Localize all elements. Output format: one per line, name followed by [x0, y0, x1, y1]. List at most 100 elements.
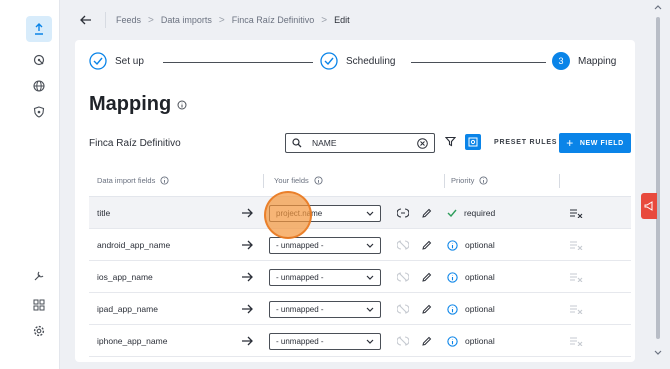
breadcrumb-import-name[interactable]: Finca Raíz Definitivo — [232, 15, 315, 25]
import-field-name: ios_app_name — [97, 272, 153, 282]
tools-icon[interactable] — [26, 263, 52, 289]
select-value: - unmapped - — [276, 337, 324, 346]
select-value: - unmapped - — [276, 305, 324, 314]
header-label: Data import fields — [97, 176, 156, 185]
header-your-fields: Your fields — [274, 176, 323, 185]
megaphone-icon — [644, 201, 653, 211]
chevron-down-icon — [366, 211, 374, 216]
priority-label: optional — [465, 240, 495, 250]
unlink-icon — [397, 261, 409, 293]
arrow-right-icon — [241, 325, 253, 357]
sidebar — [0, 0, 60, 369]
field-select[interactable]: - unmapped - — [269, 333, 381, 350]
stepper: Set up Scheduling 3 Mapping — [89, 52, 619, 74]
settings-icon[interactable] — [26, 318, 52, 344]
pencil-icon[interactable] — [421, 293, 432, 325]
info-icon[interactable] — [314, 176, 323, 185]
table-row[interactable]: android_app_name - unmapped - optional — [89, 229, 631, 261]
step-label: Scheduling — [346, 55, 396, 67]
pencil-icon[interactable] — [421, 325, 432, 357]
upload-icon[interactable] — [26, 16, 52, 42]
page-title: Mapping — [89, 93, 187, 116]
chevron-down-icon — [366, 243, 374, 248]
rules-icon — [569, 293, 583, 325]
step-mapping[interactable]: 3 Mapping — [552, 52, 616, 70]
preset-rules-button[interactable]: PRESET RULES — [494, 139, 557, 146]
feedback-button[interactable] — [641, 193, 657, 219]
info-icon — [447, 335, 458, 347]
table-row[interactable]: iphone_app_name - unmapped - optional — [89, 325, 631, 357]
info-icon[interactable] — [160, 176, 169, 185]
grid-icon[interactable] — [26, 292, 52, 318]
import-field-name: iphone_app_name — [97, 336, 168, 346]
check-icon — [447, 209, 457, 217]
arrow-right-icon — [241, 229, 253, 261]
step-connector — [411, 62, 546, 63]
breadcrumb-separator: > — [321, 14, 328, 26]
priority-label: optional — [465, 304, 495, 314]
shield-icon[interactable] — [26, 99, 52, 125]
mapping-card: Set up Scheduling 3 Mapping Mapping Finc… — [75, 40, 635, 362]
column-divider — [263, 174, 264, 188]
check-circle-icon — [320, 52, 338, 70]
globe-icon[interactable] — [26, 73, 52, 99]
plus-icon: + — [566, 136, 574, 150]
step-connector — [163, 62, 313, 63]
breadcrumb: Feeds > Data imports > Finca Raíz Defini… — [75, 8, 350, 32]
arrow-right-icon — [241, 293, 253, 325]
filter-icon[interactable] — [445, 136, 456, 147]
new-field-button[interactable]: + NEW FIELD — [559, 133, 631, 153]
clear-icon[interactable] — [417, 137, 428, 149]
step-scheduling[interactable]: Scheduling — [320, 52, 395, 70]
chevron-down-icon — [366, 307, 374, 312]
arrow-right-icon — [241, 197, 253, 229]
table-row[interactable]: ipad_app_name - unmapped - optional — [89, 293, 631, 325]
priority-label: required — [464, 208, 496, 218]
header-import-fields: Data import fields — [97, 176, 169, 185]
priority-optional: optional — [447, 325, 495, 357]
pencil-icon[interactable] — [421, 229, 432, 261]
step-number: 3 — [552, 52, 570, 70]
link-icon[interactable] — [397, 197, 409, 229]
import-name: Finca Raíz Definitivo — [89, 138, 181, 149]
breadcrumb-separator: > — [218, 14, 225, 26]
breadcrumb-feeds[interactable]: Feeds — [116, 15, 141, 25]
back-arrow-icon[interactable] — [75, 9, 97, 31]
search-icon — [292, 138, 302, 148]
table-row[interactable]: ios_app_name - unmapped - optional — [89, 261, 631, 293]
info-icon[interactable] — [479, 176, 488, 185]
priority-required: required — [447, 197, 495, 229]
main-content: Feeds > Data imports > Finca Raíz Defini… — [61, 0, 639, 369]
priority-optional: optional — [447, 261, 495, 293]
header-priority: Priority — [451, 176, 488, 185]
priority-label: optional — [465, 272, 495, 282]
pencil-icon[interactable] — [421, 261, 432, 293]
view-toggle-button[interactable] — [465, 134, 481, 150]
select-value: - unmapped - — [276, 241, 324, 250]
field-select[interactable]: - unmapped - — [269, 269, 381, 286]
table-row[interactable]: title project.name required — [89, 197, 631, 229]
step-label: Mapping — [578, 55, 617, 67]
field-select[interactable]: - unmapped - — [269, 301, 381, 318]
radar-icon[interactable] — [26, 47, 52, 73]
scrollbar[interactable] — [646, 0, 670, 369]
field-select[interactable]: - unmapped - — [269, 237, 381, 254]
priority-optional: optional — [447, 229, 495, 261]
rules-icon — [569, 229, 583, 261]
search-input[interactable]: NAME — [285, 133, 435, 153]
step-setup[interactable]: Set up — [89, 52, 144, 70]
click-indicator — [264, 191, 312, 239]
page-title-text: Mapping — [89, 93, 172, 115]
divider — [105, 12, 106, 28]
search-value: NAME — [312, 138, 337, 148]
unlink-icon — [397, 293, 409, 325]
rules-icon[interactable] — [569, 197, 583, 229]
chevron-down-icon — [366, 339, 374, 344]
header-label: Priority — [451, 176, 475, 185]
info-icon[interactable] — [177, 100, 187, 110]
import-field-name: ipad_app_name — [97, 304, 158, 314]
new-field-label: NEW FIELD — [579, 139, 624, 147]
breadcrumb-data-imports[interactable]: Data imports — [161, 15, 212, 25]
pencil-icon[interactable] — [421, 197, 432, 229]
breadcrumb-current: Edit — [334, 15, 350, 25]
